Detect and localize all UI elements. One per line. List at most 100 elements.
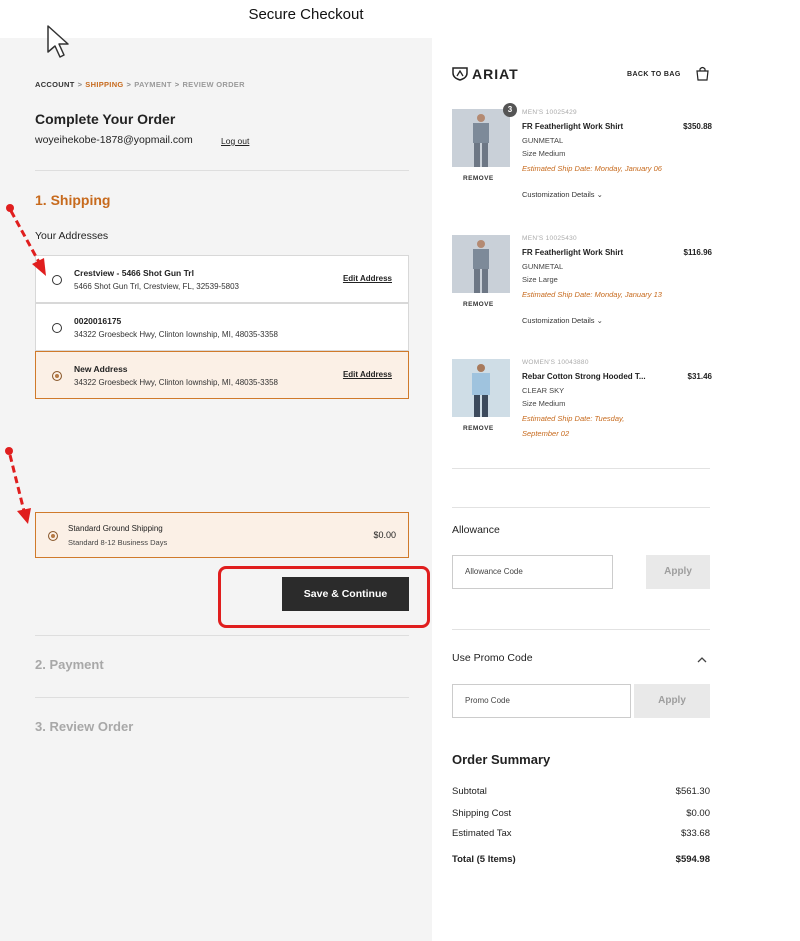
summary-label: Total (5 Items) xyxy=(452,854,516,865)
breadcrumb-shipping: SHIPPING xyxy=(85,80,124,89)
item-price: $350.88 xyxy=(683,122,712,131)
item-size: Size Medium xyxy=(522,399,566,408)
logout-link[interactable]: Log out xyxy=(221,136,249,146)
annotation-arrow-icon xyxy=(6,204,46,276)
quantity-badge: 3 xyxy=(503,103,517,117)
address-name: New Address xyxy=(74,364,128,374)
summary-value: $594.98 xyxy=(675,854,710,865)
address-radio-selected[interactable] xyxy=(52,371,62,381)
breadcrumb-payment: PAYMENT xyxy=(134,80,172,89)
promo-apply-button[interactable]: Apply xyxy=(634,684,710,718)
shipping-method-option[interactable]: Standard Ground Shipping Standard 8-12 B… xyxy=(35,512,409,558)
item-sku: WOMEN'S 10043880 xyxy=(522,359,589,366)
step-review-order-title: 3. Review Order xyxy=(35,719,134,734)
shipping-method-price: $0.00 xyxy=(373,530,396,540)
horse-shield-icon xyxy=(452,67,468,81)
cart-item: REMOVE WOMEN'S 10043880 Rebar Cotton Str… xyxy=(452,359,712,439)
summary-row-subtotal: Subtotal $561.30 xyxy=(452,786,710,797)
breadcrumb-separator: > xyxy=(77,80,83,89)
summary-value: $561.30 xyxy=(675,786,710,797)
user-email: woyeihekobe-1878@yopmail.com xyxy=(35,134,193,146)
section-divider xyxy=(35,697,409,698)
ariat-logo[interactable]: ARIAT xyxy=(452,66,519,82)
sidebar-divider xyxy=(452,629,710,630)
item-name: Rebar Cotton Strong Hooded T... xyxy=(522,372,646,381)
section-divider xyxy=(35,635,409,636)
allowance-code-input[interactable]: Allowance Code xyxy=(452,555,613,589)
summary-row-shipping: Shipping Cost $0.00 xyxy=(452,808,710,819)
promo-code-input[interactable]: Promo Code xyxy=(452,684,631,718)
product-image[interactable] xyxy=(452,235,510,293)
summary-row-tax: Estimated Tax $33.68 xyxy=(452,828,710,839)
item-price: $116.96 xyxy=(683,248,712,257)
address-radio[interactable] xyxy=(52,275,62,285)
cart-item: REMOVE MEN'S 10025430 FR Featherlight Wo… xyxy=(452,235,712,335)
sidebar-divider xyxy=(452,468,710,469)
product-model-figure-icon xyxy=(472,364,490,417)
breadcrumb-account[interactable]: ACCOUNT xyxy=(35,80,75,89)
summary-label: Shipping Cost xyxy=(452,808,512,819)
item-color: GUNMETAL xyxy=(522,262,564,271)
summary-label: Estimated Tax xyxy=(452,828,512,839)
address-line: 34322 Groesbeck Hwy, Clinton Iownship, M… xyxy=(74,378,278,387)
chevron-up-icon[interactable] xyxy=(697,656,707,664)
address-line: 34322 Groesbeck Hwy, Clinton Iownship, M… xyxy=(74,330,278,339)
step-payment-title: 2. Payment xyxy=(35,657,104,672)
item-sku: MEN'S 10025429 xyxy=(522,109,577,116)
item-size: Size Medium xyxy=(522,149,566,158)
address-name: Crestview - 5466 Shot Gun Trl xyxy=(74,268,194,278)
item-name: FR Featherlight Work Shirt xyxy=(522,122,624,131)
edit-address-link[interactable]: Edit Address xyxy=(343,370,392,379)
checkout-title: Complete Your Order xyxy=(35,111,176,127)
page-title: Secure Checkout xyxy=(248,6,364,23)
section-divider xyxy=(35,170,409,171)
address-radio[interactable] xyxy=(52,323,62,333)
product-model-figure-icon xyxy=(473,114,489,167)
address-option-0020016175[interactable]: 0020016175 34322 Groesbeck Hwy, Clinton … xyxy=(35,303,409,351)
item-color: GUNMETAL xyxy=(522,136,564,145)
item-ship-date: Estimated Ship Date: Tuesday, September … xyxy=(522,414,625,438)
summary-row-total: Total (5 Items) $594.98 xyxy=(452,854,710,865)
item-color: CLEAR SKY xyxy=(522,386,565,395)
item-name: FR Featherlight Work Shirt xyxy=(522,248,624,257)
summary-value: $33.68 xyxy=(680,828,710,839)
customization-details-toggle[interactable]: Customization Details ⌄ xyxy=(522,190,603,199)
remove-item-link[interactable]: REMOVE xyxy=(463,425,494,432)
cart-item: 3 REMOVE MEN'S 10025429 FR Featherlight … xyxy=(452,103,712,209)
chevron-down-icon: ⌄ xyxy=(596,316,603,325)
product-image[interactable] xyxy=(452,359,510,417)
checkout-form-panel xyxy=(0,38,432,941)
item-ship-date: Estimated Ship Date: Monday, January 13 xyxy=(522,290,662,299)
shipping-method-name: Standard Ground Shipping xyxy=(68,524,163,533)
annotation-arrow-icon xyxy=(5,447,31,524)
mouse-cursor-icon xyxy=(47,25,69,58)
product-model-figure-icon xyxy=(473,240,489,293)
address-option-crestview[interactable]: Crestview - 5466 Shot Gun Trl 5466 Shot … xyxy=(35,255,409,303)
address-option-new-address[interactable]: New Address 34322 Groesbeck Hwy, Clinton… xyxy=(35,351,409,399)
address-name: 0020016175 xyxy=(74,316,122,326)
save-and-continue-button[interactable]: Save & Continue xyxy=(282,577,409,611)
customization-details-toggle[interactable]: Customization Details ⌄ xyxy=(522,316,603,325)
logo-text: ARIAT xyxy=(472,66,519,82)
breadcrumb-review-order: REVIEW ORDER xyxy=(182,80,245,89)
remove-item-link[interactable]: REMOVE xyxy=(463,301,494,308)
allowance-label: Allowance xyxy=(452,524,500,536)
chevron-down-icon: ⌄ xyxy=(596,190,603,199)
edit-address-link[interactable]: Edit Address xyxy=(343,274,392,283)
allowance-apply-button[interactable]: Apply xyxy=(646,555,710,589)
customization-details-label: Customization Details xyxy=(522,316,595,325)
item-sku: MEN'S 10025430 xyxy=(522,235,577,242)
product-image[interactable] xyxy=(452,109,510,167)
shopping-bag-icon[interactable] xyxy=(695,66,710,81)
sidebar-divider xyxy=(452,507,710,508)
item-price: $31.46 xyxy=(687,372,712,381)
item-size: Size Large xyxy=(522,275,558,284)
summary-label: Subtotal xyxy=(452,786,487,797)
shipping-method-radio[interactable] xyxy=(48,531,58,541)
item-ship-date: Estimated Ship Date: Monday, January 06 xyxy=(522,164,662,173)
shipping-method-detail: Standard 8-12 Business Days xyxy=(68,538,168,547)
remove-item-link[interactable]: REMOVE xyxy=(463,175,494,182)
promo-code-label: Use Promo Code xyxy=(452,652,533,664)
back-to-bag-link[interactable]: BACK TO BAG xyxy=(627,71,681,78)
order-summary-title: Order Summary xyxy=(452,752,551,767)
